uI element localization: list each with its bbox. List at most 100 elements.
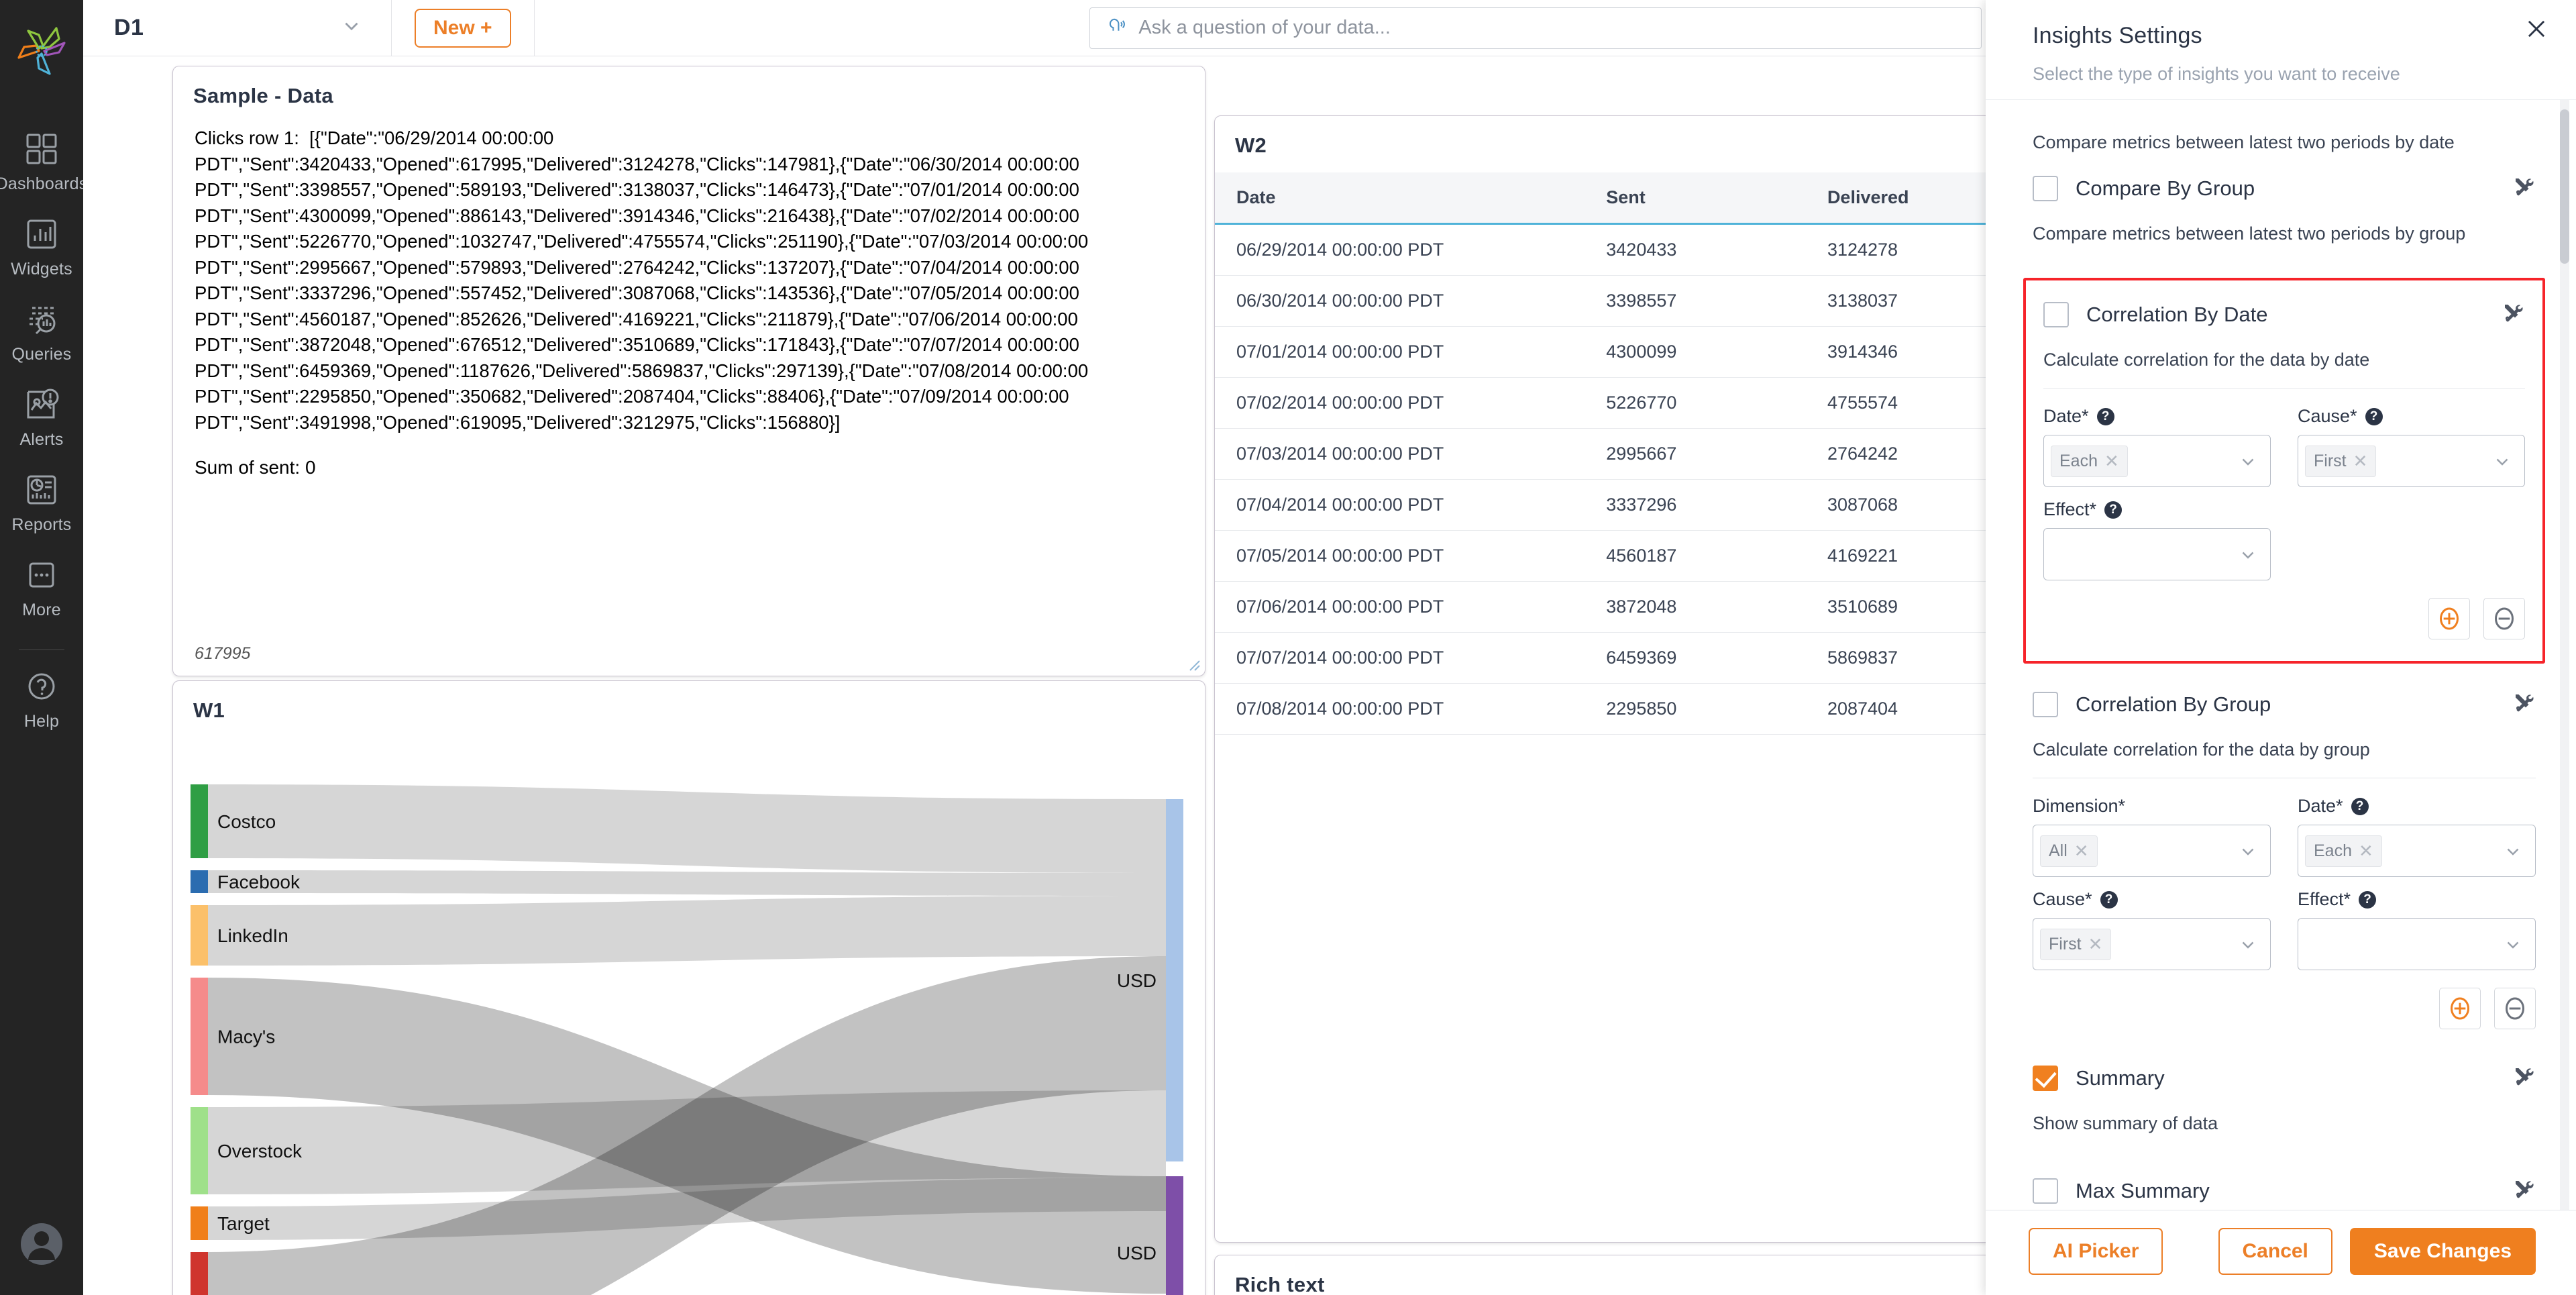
search-input[interactable]: Ask a question of your data... (1089, 7, 1982, 49)
add-row-button[interactable] (2439, 988, 2481, 1029)
sankey-source-node[interactable] (191, 978, 208, 1095)
selected-chip[interactable]: Each✕ (2305, 835, 2382, 867)
sankey-target-node[interactable] (1166, 1176, 1183, 1295)
help-icon[interactable]: ? (2351, 798, 2369, 815)
ai-picker-button[interactable]: AI Picker (2029, 1228, 2163, 1275)
checkbox-correlation-by-group[interactable] (2033, 692, 2058, 717)
tools-icon[interactable] (2512, 1064, 2536, 1092)
table-row[interactable]: 07/02/2014 00:00:00 PDT52267704755574 (1215, 378, 2065, 429)
sidebar-item-alerts[interactable]: Alerts (0, 371, 83, 456)
selected-chip[interactable]: Each✕ (2051, 446, 2128, 477)
option-left: Correlation By Group (2033, 692, 2271, 717)
select-cause[interactable]: First ✕ (2298, 435, 2525, 487)
tools-icon[interactable] (2512, 174, 2536, 202)
sankey-source-node[interactable] (191, 905, 208, 966)
table-row[interactable]: 07/01/2014 00:00:00 PDT43000993914346 (1215, 327, 2065, 378)
sidebar-item-queries[interactable]: Queries (0, 286, 83, 371)
resize-handle[interactable] (1186, 657, 1201, 672)
panel-scrollbar-track[interactable] (2560, 100, 2569, 1210)
sidebar-item-help[interactable]: Help (23, 668, 60, 731)
tools-icon[interactable] (2512, 1177, 2536, 1204)
cancel-button[interactable]: Cancel (2218, 1228, 2332, 1275)
sankey-links (208, 784, 1166, 1295)
chip-remove-icon[interactable]: ✕ (2353, 451, 2368, 472)
selected-chip[interactable]: First✕ (2040, 929, 2111, 960)
help-icon[interactable]: ? (2100, 891, 2118, 909)
table-cell: 4300099 (1606, 327, 1827, 378)
chip-remove-icon[interactable]: ✕ (2104, 451, 2119, 472)
checkbox-compare-by-group[interactable] (2033, 176, 2058, 201)
select-date[interactable]: Each✕ (2043, 435, 2271, 487)
select-date[interactable]: Each✕ (2298, 825, 2536, 877)
table-row[interactable]: 07/03/2014 00:00:00 PDT29956672764242 (1215, 429, 2065, 480)
table-row[interactable]: 06/30/2014 00:00:00 PDT33985573138037 (1215, 276, 2065, 327)
avatar[interactable] (19, 1222, 64, 1270)
sankey-source-node[interactable] (191, 870, 208, 893)
tools-icon[interactable] (2501, 301, 2525, 328)
checkbox-summary[interactable] (2033, 1066, 2058, 1091)
column-header-date[interactable]: Date (1215, 172, 1606, 224)
field-label: Date* ? (2043, 406, 2271, 427)
chevron-down-icon (2238, 934, 2258, 954)
field-label: Dimension* (2033, 796, 2271, 817)
column-header-sent[interactable]: Sent (1606, 172, 1827, 224)
sankey-link[interactable] (208, 784, 1166, 873)
user-avatar-icon (19, 1222, 64, 1266)
widget-w2-table[interactable]: W2 Date Sent Delivered 06/29/2014 00:00:… (1214, 115, 2066, 1243)
selected-chip[interactable]: First ✕ (2305, 446, 2376, 477)
sidebar-item-widgets[interactable]: Widgets (0, 201, 83, 286)
section-description: Calculate correlation for the data by da… (2043, 350, 2525, 370)
dashboard-selector[interactable]: D1 (83, 0, 392, 56)
sankey-source-node[interactable] (191, 784, 208, 858)
sankey-source-node[interactable] (191, 1252, 208, 1295)
chip-remove-icon[interactable]: ✕ (2074, 841, 2089, 862)
sankey-link[interactable] (208, 870, 1166, 896)
chip-label: First (2314, 452, 2347, 471)
select-effect[interactable] (2043, 528, 2271, 580)
sankey-source-node[interactable] (191, 1206, 208, 1240)
insight-option-card: Summary Show summary of data (2033, 1053, 2536, 1155)
help-icon[interactable]: ? (2359, 891, 2376, 909)
insight-option-row: Correlation By Date (2043, 293, 2525, 335)
remove-row-button[interactable] (2483, 598, 2525, 639)
star-burst-logo-icon (15, 24, 68, 78)
row-controls (2043, 598, 2525, 639)
chip-remove-icon[interactable]: ✕ (2088, 934, 2103, 955)
close-icon[interactable] (2524, 16, 2549, 45)
tools-icon[interactable] (2512, 690, 2536, 718)
widget-w1-sankey[interactable]: W1 CostcoFacebookLinkedInMacy'sOverstock… (172, 680, 1205, 1295)
checkbox-max-summary[interactable] (2033, 1178, 2058, 1204)
sankey-target-node[interactable] (1166, 799, 1183, 1161)
sankey-link[interactable] (208, 896, 1166, 966)
sidebar-item-more[interactable]: More (0, 541, 83, 627)
field-label-text: Cause* (2298, 406, 2357, 427)
select-cause[interactable]: First✕ (2033, 918, 2271, 970)
selected-chip[interactable]: All✕ (2040, 835, 2098, 867)
table-row[interactable]: 07/04/2014 00:00:00 PDT33372963087068 (1215, 480, 2065, 531)
sankey-source-node[interactable] (191, 1107, 208, 1194)
panel-footer: AI Picker Cancel Save Changes (1986, 1210, 2576, 1295)
add-row-button[interactable] (2428, 598, 2470, 639)
remove-row-button[interactable] (2494, 988, 2536, 1029)
sidebar-item-reports[interactable]: Reports (0, 456, 83, 541)
table-row[interactable]: 07/06/2014 00:00:00 PDT38720483510689 (1215, 582, 2065, 633)
select-effect[interactable] (2298, 918, 2536, 970)
help-icon[interactable]: ? (2365, 408, 2383, 425)
widget-rich-text[interactable]: Rich text Customer row 1: (1214, 1255, 2066, 1295)
table-cell: 07/02/2014 00:00:00 PDT (1215, 378, 1606, 429)
help-icon[interactable]: ? (2104, 501, 2122, 519)
table-row[interactable]: 07/08/2014 00:00:00 PDT22958502087404 (1215, 684, 2065, 735)
save-changes-button[interactable]: Save Changes (2350, 1228, 2536, 1275)
select-dimension[interactable]: All✕ (2033, 825, 2271, 877)
table-row[interactable]: 06/29/2014 00:00:00 PDT34204333124278 (1215, 224, 2065, 276)
new-button[interactable]: New + (415, 9, 511, 48)
panel-scroll-region[interactable]: Compare metrics between latest two perio… (1986, 99, 2576, 1210)
panel-scrollbar-thumb[interactable] (2560, 109, 2569, 264)
checkbox-correlation-by-date[interactable] (2043, 302, 2069, 327)
sidebar-item-dashboards[interactable]: Dashboards (0, 115, 83, 201)
table-row[interactable]: 07/07/2014 00:00:00 PDT64593695869837 (1215, 633, 2065, 684)
widget-sample-data[interactable]: Sample - Data Clicks row 1: [{"Date":"06… (172, 66, 1205, 676)
chip-remove-icon[interactable]: ✕ (2359, 841, 2373, 862)
table-row[interactable]: 07/05/2014 00:00:00 PDT45601874169221 (1215, 531, 2065, 582)
help-icon[interactable]: ? (2097, 408, 2114, 425)
